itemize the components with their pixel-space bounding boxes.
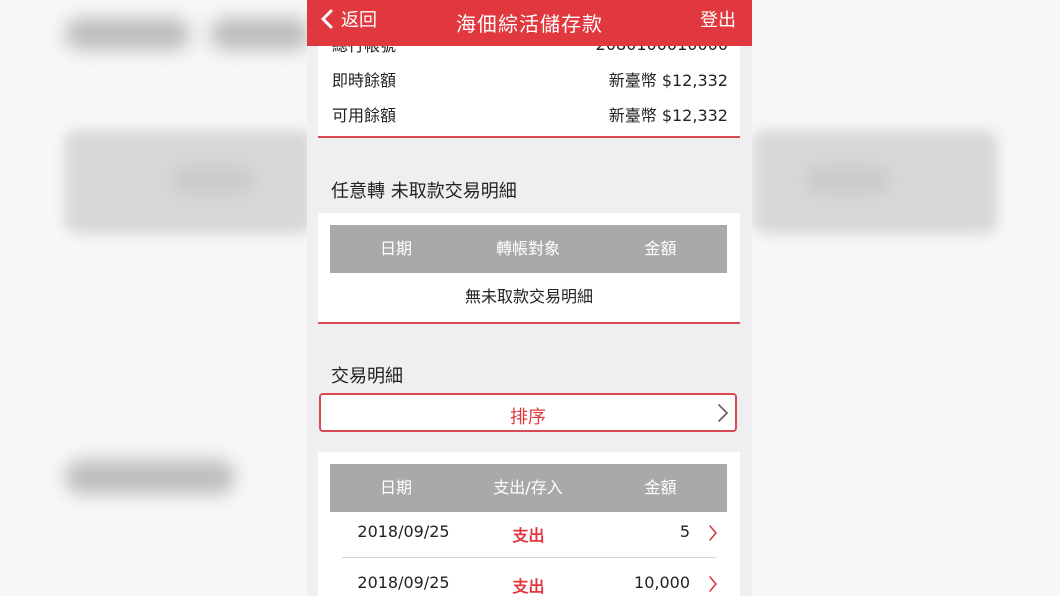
pending-table-card: 日期 轉帳對象 金額 無未取款交易明細 [318,213,740,324]
realtime-balance-label: 即時餘額 [332,71,397,90]
transaction-date: 2018/09/25 [357,573,450,592]
row-divider [342,557,716,558]
transactions-table-header: 日期 支出/存入 金額 [330,464,727,512]
transaction-type: 支出 [512,526,545,545]
column-header: 轉帳對象 [495,239,560,258]
sort-label: 排序 [510,407,546,428]
column-header: 日期 [379,478,412,497]
phone-screen: 返回 海佃綜活儲存款 登出 總行帳號 2080100010000 即時餘額 新臺… [307,0,752,596]
chevron-right-icon [709,576,717,592]
logout-button[interactable]: 登出 [700,6,736,32]
blurred-text [65,460,235,494]
transaction-type: 支出 [512,577,545,596]
transaction-amount: 10,000 [634,573,690,592]
nav-bar: 返回 海佃綜活儲存款 登出 [307,0,752,46]
column-header: 支出/存入 [493,478,563,497]
chevron-right-icon [718,404,728,422]
blurred-text [805,165,890,195]
realtime-balance-value: 新臺幣 $12,332 [608,71,728,90]
transaction-row[interactable]: 2018/09/25 支出 5 [331,522,728,570]
column-header: 金額 [644,239,677,258]
available-balance-label: 可用餘額 [332,106,397,125]
blurred-text [65,18,190,50]
transactions-section-title: 交易明細 [331,366,403,387]
available-balance-value: 新臺幣 $12,332 [608,106,728,125]
page-title: 海佃綜活儲存款 [456,12,603,36]
realtime-balance-row: 即時餘額 新臺幣 $12,332 [332,67,728,91]
transaction-date: 2018/09/25 [357,522,450,541]
blurred-text [170,165,255,195]
available-balance-row: 可用餘額 新臺幣 $12,332 [332,102,728,126]
pending-section-title: 任意轉 未取款交易明細 [331,181,517,202]
chevron-right-icon [709,525,717,541]
column-header: 日期 [379,239,412,258]
transaction-row[interactable]: 2018/09/25 支出 10,000 [331,573,728,596]
transaction-amount: 5 [679,522,690,541]
empty-state-text: 無未取款交易明細 [464,287,593,306]
pending-table-header: 日期 轉帳對象 金額 [330,225,727,273]
sort-button[interactable]: 排序 [319,393,737,432]
blurred-text [210,18,310,50]
column-header: 金額 [644,478,677,497]
